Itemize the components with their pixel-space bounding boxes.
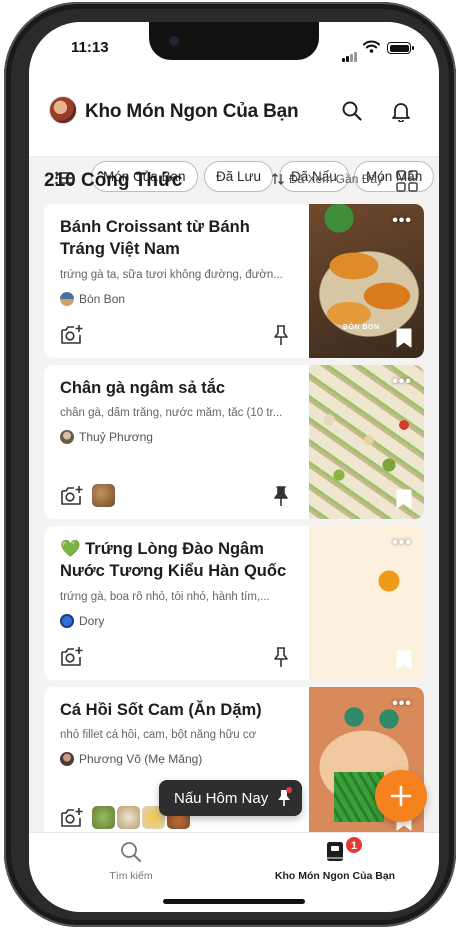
recipe-card[interactable]: Bánh Croissant từ Bánh Tráng Việt Nam tr… — [44, 204, 424, 358]
add-cooksnap-icon[interactable] — [60, 324, 84, 346]
author-name: Thuỷ Phương — [79, 430, 153, 444]
cooksnap-thumbnail[interactable] — [92, 806, 115, 829]
app-header: Kho Món Ngon Của Bạn Món Của Bạn Đã Lưu … — [29, 70, 439, 192]
author-name: Phương Võ (Mẹ Măng) — [79, 752, 203, 766]
cook-today-button[interactable]: Nấu Hôm Nay — [159, 780, 303, 816]
tab-library[interactable]: Kho Món Ngon Của Bạn — [269, 841, 401, 882]
recipe-ingredients: chân gà, dấm trắng, nước mắm, tắc (10 tr… — [60, 407, 283, 419]
tab-library-badge: 1 — [345, 836, 363, 854]
more-options-icon[interactable]: ••• — [392, 373, 412, 391]
filter-chip-da-luu[interactable]: Đã Lưu — [204, 161, 274, 192]
plus-icon — [390, 785, 412, 807]
author-avatar — [60, 614, 74, 628]
notifications-button[interactable] — [388, 98, 414, 124]
more-options-icon[interactable]: ••• — [392, 534, 412, 552]
add-recipe-button[interactable] — [375, 770, 427, 822]
bookmark-icon[interactable] — [396, 650, 412, 670]
search-button[interactable] — [339, 98, 365, 124]
author-avatar — [60, 752, 74, 766]
recipe-ingredients: nhỏ fillet cá hồi, cam, bột năng hữu cơ — [60, 729, 257, 741]
recipe-title: Chân gà ngâm sả tắc — [60, 379, 226, 397]
recipe-author: Thuỷ Phương — [60, 430, 153, 444]
recipe-card[interactable]: Chân gà ngâm sả tắc chân gà, dấm trắng, … — [44, 365, 424, 519]
recipe-book-icon — [327, 842, 343, 861]
recipe-photo-soft-eggs[interactable]: ••• — [309, 526, 424, 680]
recipe-author: Dory — [60, 614, 104, 628]
recipe-card[interactable]: 💚 Trứng Lòng Đào Ngâm Nước Tương Kiểu Hà… — [44, 526, 424, 680]
app-screen: 11:13 Kho Món Ngon Của Bạn Món Của Bạn Đ… — [29, 22, 439, 912]
recipe-author: Phương Võ (Mẹ Măng) — [60, 752, 202, 766]
recipe-title: 💚 Trứng Lòng Đào Ngâm Nước Tương Kiểu Hà… — [60, 540, 287, 580]
recipe-ingredients: trứng gà ta, sữa tươi không đường, đườn.… — [60, 269, 283, 281]
pin-icon[interactable] — [272, 324, 290, 346]
tab-library-label: Kho Món Ngon Của Bạn — [274, 870, 396, 882]
tab-search[interactable]: Tìm kiếm — [99, 841, 163, 882]
bookmark-icon[interactable] — [396, 328, 412, 348]
header-divider — [29, 156, 439, 157]
tab-search-label: Tìm kiếm — [109, 870, 153, 882]
recipe-photo-chicken-feet[interactable]: ••• — [309, 365, 424, 519]
pin-filled-icon[interactable] — [272, 485, 290, 507]
user-avatar[interactable] — [49, 96, 77, 124]
camera-notch — [149, 22, 319, 60]
add-cooksnap-icon[interactable] — [60, 646, 84, 668]
cook-today-label: Nấu Hôm Nay — [174, 789, 269, 807]
add-cooksnap-icon[interactable] — [60, 485, 84, 507]
pin-icon[interactable] — [272, 646, 290, 668]
cooksnap-thumbnails[interactable] — [92, 484, 115, 507]
battery-icon — [387, 42, 414, 54]
author-name: Dory — [79, 614, 105, 628]
add-cooksnap-icon[interactable] — [60, 807, 84, 829]
phone-frame: 11:13 Kho Món Ngon Của Bạn Món Của Bạn Đ… — [4, 2, 456, 927]
recipe-title: Cá Hồi Sốt Cam (Ăn Dặm) — [60, 701, 262, 719]
author-name: Bòn Bon — [79, 292, 126, 306]
cooksnap-thumbnail[interactable] — [117, 806, 140, 829]
author-avatar — [60, 292, 74, 306]
recipe-photo-croissant[interactable]: BÒN BON ••• — [309, 204, 424, 358]
wifi-icon — [363, 40, 380, 53]
recipe-title: Bánh Croissant từ Bánh Tráng Việt Nam — [60, 218, 250, 258]
sort-label: Đã Xem Gần Đây — [289, 172, 384, 186]
cellular-signal-icon — [342, 44, 358, 62]
recipe-ingredients: trứng gà, boa rô nhỏ, tỏi nhỏ, hành tím,… — [60, 591, 270, 603]
recipe-card[interactable]: Cá Hồi Sốt Cam (Ăn Dặm) nhỏ fillet cá hồ… — [44, 687, 424, 841]
grid-view-icon[interactable] — [396, 170, 418, 192]
sort-button[interactable]: Đã Xem Gần Đây — [271, 172, 383, 186]
recipe-count: 210 Công Thức — [44, 170, 183, 191]
recipe-author: Bòn Bon — [60, 292, 125, 306]
bell-icon — [392, 103, 410, 122]
bookmark-icon[interactable] — [396, 489, 412, 509]
status-time: 11:13 — [71, 39, 109, 56]
search-icon — [342, 101, 362, 121]
more-options-icon[interactable]: ••• — [392, 695, 412, 713]
home-indicator[interactable] — [163, 899, 305, 904]
page-title: Kho Món Ngon Của Bạn — [85, 101, 299, 122]
search-icon — [121, 842, 141, 862]
author-avatar — [60, 430, 74, 444]
more-options-icon[interactable]: ••• — [392, 212, 412, 230]
sort-icon — [272, 173, 284, 185]
cooksnap-thumbnail[interactable] — [92, 484, 115, 507]
photo-caption: BÒN BON — [343, 324, 380, 331]
